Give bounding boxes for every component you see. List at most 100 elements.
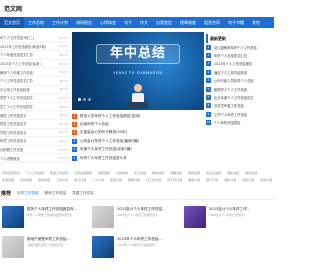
tag-link[interactable]: 工作总结报告 (74, 170, 92, 177)
nav-item[interactable]: 心得体会 (96, 17, 120, 28)
tag-link[interactable]: 年终总结范文 (2, 170, 20, 177)
tag-link[interactable]: 心得体会 (116, 170, 128, 177)
rank-badge: 7 (206, 95, 211, 101)
list-item[interactable]: 1 幼儿园教师年终个人工作总结 (206, 43, 274, 51)
nav-item[interactable]: 调研报告 (72, 17, 96, 28)
rank-badge: 3 (206, 61, 211, 67)
tag-link[interactable]: 部门计划 (206, 177, 218, 184)
nav-item[interactable]: 自我鉴定 (152, 17, 176, 28)
list-item[interactable]: 6 医院护士个人工作总结 (206, 85, 274, 93)
list-item[interactable]: 6 年终个人年终工作总结怎么写 (72, 154, 204, 162)
tag-link[interactable]: 年度计划 (110, 177, 122, 184)
list-item-date: 06-17 (59, 138, 68, 143)
tab-item[interactable]: 教师工作总结 (45, 191, 67, 196)
tab-item[interactable]: 党建工作总结 (72, 191, 94, 196)
nav-item[interactable]: 范文首页 (0, 17, 24, 28)
tag-link[interactable]: 个人工作总结 (26, 170, 44, 177)
list-item[interactable]: 9 工作个人年终工作总结 (206, 110, 274, 118)
nav-item[interactable]: 工作计划 (48, 17, 72, 28)
list-item[interactable]: 7 企业年度个人工作总结范文 (206, 93, 274, 101)
tag-link[interactable]: 学习计划 (74, 177, 86, 184)
list-item-title: 财务工作总结范文 (0, 122, 27, 127)
list-item[interactable]: 5 年度个人年终工作总结(实用5篇) (72, 146, 204, 154)
nav-item[interactable]: 作文 (136, 17, 152, 28)
tag-link[interactable]: 教学计划 (128, 177, 140, 184)
tag-link[interactable]: 月工作计划 (146, 177, 161, 184)
tag-link[interactable]: 销售计划 (224, 177, 236, 184)
nav-item[interactable]: 规章制度 (176, 17, 200, 28)
card-thumbnail (92, 236, 114, 258)
list-item[interactable]: 党员个人工作总结范文 06-17 (0, 94, 70, 103)
list-item[interactable]: 1 财务人员年终个人工作总结报告(实用) (72, 112, 204, 120)
list-item[interactable]: 8 业务员年度工作总结 (206, 102, 274, 110)
section-tabs: 推荐 年终工作总结 教师工作总结 党建工作总结 (0, 188, 274, 200)
tag-link[interactable]: 活动总结 (20, 177, 32, 184)
nav-item[interactable]: 其他 (248, 17, 264, 28)
list-item-title: 公司行政人员年终个人总结 (214, 79, 254, 84)
list-item[interactable]: 3 正能量自心的句子精选(50句) (72, 129, 204, 137)
list-item[interactable]: 2 年终个人总结范文汇总 (206, 51, 274, 59)
list-item-title: 幼儿园教师年终个人工作总结 (214, 45, 257, 50)
tag-link[interactable]: 周工作计划 (167, 177, 182, 184)
nav-item[interactable]: 租赁合同 (200, 17, 224, 28)
list-item[interactable]: 年个人工作总结3篇(二) 06-17 (0, 34, 70, 43)
list-item[interactable]: 10 个人年终总结报告 (206, 119, 274, 127)
list-item[interactable]: 销售工作总结范文 06-17 (0, 111, 70, 120)
tag-link[interactable]: 培训总结 (38, 177, 50, 184)
hero-banner[interactable]: 年中总结 YEARS TO SUMMARIZE (72, 32, 204, 110)
list-item-title: 个人述职报告 (0, 156, 20, 161)
list-item-title: 出纳年终个人总结 (80, 122, 109, 127)
rank-badge: 8 (206, 103, 211, 109)
nav-item[interactable]: 电子书籍 (224, 17, 248, 28)
list-item[interactable]: 2023年工作总结报告(精选3篇) 06-17 (0, 43, 70, 52)
tag-link[interactable]: 个人计划 (92, 177, 104, 184)
tag-link[interactable]: 班级计划 (242, 177, 254, 184)
carousel-dot[interactable] (88, 98, 91, 101)
list-item[interactable]: 试用期工作总结 06-17 (0, 146, 70, 155)
tag-link[interactable]: 教学总结 (152, 170, 164, 177)
tag-link[interactable]: 财务总结 (245, 170, 257, 177)
tag-link[interactable]: 工作计划 (56, 177, 68, 184)
tag-link[interactable]: 党员总结 (188, 170, 200, 177)
list-item[interactable]: 财务工作总结范文 06-17 (0, 120, 70, 129)
list-item-title: 员工个人工作总结范文 (0, 105, 33, 110)
list-item[interactable]: 5 公司行政人员年终个人总结 (206, 77, 274, 85)
nav-item[interactable]: 工作总结 (24, 17, 48, 28)
tag-link[interactable]: 班主任总结 (206, 170, 221, 177)
list-item[interactable]: 教师个人年度工作总结 06-17 (0, 68, 70, 77)
list-item[interactable]: 员工个人工作总结范文 06-17 (0, 103, 70, 112)
list-item-date: 06-17 (59, 147, 68, 152)
tag-link[interactable]: 销售总结 (227, 170, 239, 177)
nav-item[interactable]: 句子 (120, 17, 136, 28)
list-item[interactable]: 年终工作总结范文 06-17 (0, 137, 70, 146)
list-item[interactable]: 办公室工作总结精选 06-17 (0, 86, 70, 95)
tag-link[interactable]: 述职报告 (98, 170, 110, 177)
list-item[interactable]: 2023年个人工作总结(实用) 06-17 (0, 60, 70, 69)
site-logo[interactable]: 范文网 (4, 4, 22, 13)
list-item[interactable]: 4 公司会计年终个人工作总结(最新5篇) (72, 137, 204, 145)
list-item[interactable]: 个人年度总结范文汇总 06-17 (0, 51, 70, 60)
list-item[interactable]: 个人述职报告 06-17 (0, 154, 70, 163)
rank-badge: 3 (72, 130, 77, 136)
rank-badge: 2 (72, 122, 77, 128)
featured-list: 1 财务人员年终个人工作总结报告(实用) 2 出纳年终个人总结 3 正能量自心的句子精… (72, 112, 204, 162)
card-title: 2023会计个人年终工作总结... (117, 207, 166, 211)
list-item[interactable]: 学校工作总结范文 06-17 (0, 129, 70, 138)
banner-subtitle: YEARS TO SUMMARIZE (113, 71, 163, 75)
list-item[interactable]: 4 酒店个人工作总结精选 (206, 68, 274, 76)
tag-link[interactable]: 培训计划 (260, 177, 272, 184)
tag-link[interactable]: 学期总结 (170, 170, 182, 177)
tag-link[interactable]: 实习总结 (134, 170, 146, 177)
list-item[interactable]: 3 2023年个人工作总结报告 (206, 60, 274, 68)
tag-link[interactable]: 季度计划 (188, 177, 200, 184)
list-item-title: 酒店个人工作总结精选 (214, 70, 247, 75)
carousel-dot[interactable] (78, 98, 81, 101)
list-item-title: 年个人工作总结3篇(二) (0, 36, 35, 41)
list-item[interactable]: 2 出纳年终个人总结 (72, 120, 204, 128)
tag-link[interactable]: 年度工作总结 (50, 170, 68, 177)
tab-item[interactable]: 年终工作总结 (17, 191, 39, 196)
carousel-dot[interactable] (83, 98, 86, 101)
tag-link[interactable]: 年度总结 (2, 177, 14, 184)
list-item-title: 学校工作总结范文 (0, 130, 27, 135)
list-item[interactable]: 个人工作总结范文汇总 06-17 (0, 77, 70, 86)
